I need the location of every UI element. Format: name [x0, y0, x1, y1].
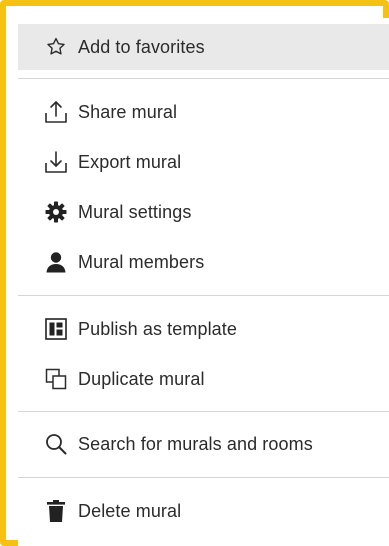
- menu-item-search-murals-rooms[interactable]: Search for murals and rooms: [18, 421, 389, 467]
- menu-item-add-to-favorites[interactable]: Add to favorites: [18, 24, 389, 70]
- highlight-frame: Add to favorites Share mural Export mura…: [0, 0, 389, 546]
- menu-divider: [18, 78, 389, 79]
- download-icon: [42, 148, 70, 176]
- menu-divider: [18, 411, 389, 412]
- menu-item-label: Publish as template: [78, 318, 237, 339]
- upload-icon: [42, 98, 70, 126]
- menu-item-publish-as-template[interactable]: Publish as template: [18, 306, 389, 352]
- menu-item-label: Duplicate mural: [78, 368, 205, 389]
- menu-item-mural-members[interactable]: Mural members: [18, 239, 389, 285]
- star-outline-icon: [42, 33, 70, 61]
- menu-item-label: Share mural: [78, 101, 178, 122]
- mural-context-menu: Add to favorites Share mural Export mura…: [18, 18, 389, 546]
- menu-item-export-mural[interactable]: Export mural: [18, 139, 389, 185]
- menu-item-mural-settings[interactable]: Mural settings: [18, 189, 389, 235]
- menu-item-label: Mural settings: [78, 201, 192, 222]
- menu-item-label: Export mural: [78, 151, 182, 172]
- menu-divider: [18, 477, 389, 478]
- template-icon: [42, 315, 70, 343]
- menu-item-duplicate-mural[interactable]: Duplicate mural: [18, 356, 389, 402]
- person-icon: [42, 248, 70, 276]
- menu-item-delete-mural[interactable]: Delete mural: [18, 488, 389, 534]
- duplicate-icon: [42, 365, 70, 393]
- trash-icon: [42, 497, 70, 525]
- menu-item-label: Add to favorites: [78, 36, 205, 57]
- search-icon: [42, 430, 70, 458]
- menu-item-label: Delete mural: [78, 500, 182, 521]
- menu-divider: [18, 295, 389, 296]
- menu-item-label: Mural members: [78, 251, 205, 272]
- gear-icon: [42, 198, 70, 226]
- menu-item-share-mural[interactable]: Share mural: [18, 89, 389, 135]
- menu-item-label: Search for murals and rooms: [78, 433, 313, 454]
